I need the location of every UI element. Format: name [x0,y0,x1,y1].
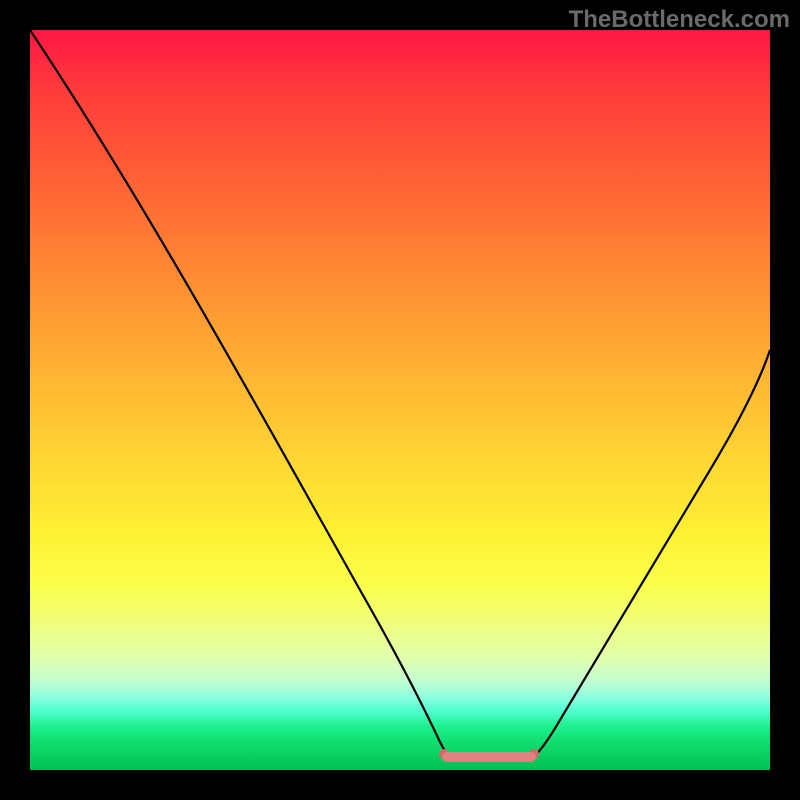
chart-plot-area [30,30,770,770]
chart-flat-region [442,752,536,762]
chart-curve-svg [30,30,770,770]
chart-curve-path [30,30,770,760]
watermark-text: TheBottleneck.com [569,6,790,34]
